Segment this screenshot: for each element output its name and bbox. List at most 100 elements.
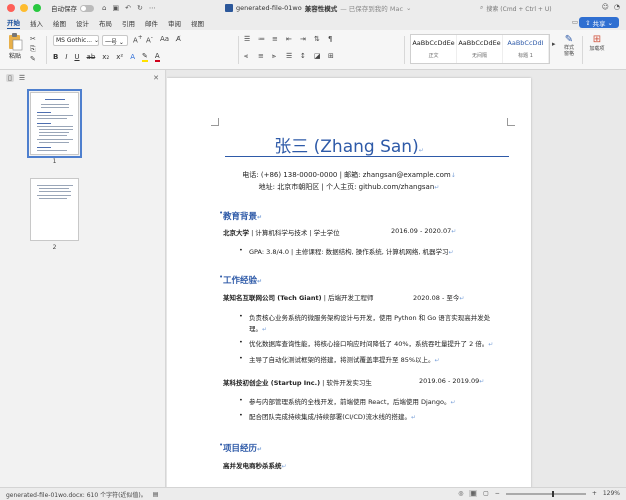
- clear-format-icon[interactable]: A̸: [176, 35, 181, 43]
- document-page[interactable]: 张三 (Zhang San)↵ 电话: (+86) 138-0000-0000 …: [167, 78, 531, 487]
- font-name-select[interactable]: MS Gothic... ⌄: [53, 35, 99, 46]
- numbering-icon[interactable]: ≔: [258, 35, 265, 43]
- multilevel-list-icon[interactable]: ≡: [272, 35, 278, 43]
- undo-icon[interactable]: ↶: [125, 4, 131, 12]
- compat-mode-label: 兼容性模式: [304, 5, 338, 13]
- tab-home[interactable]: 开始: [7, 17, 20, 29]
- gallery-more-icon[interactable]: ▸: [552, 40, 556, 48]
- italic-icon[interactable]: I: [65, 53, 67, 61]
- strikethrough-icon[interactable]: ab: [87, 53, 96, 61]
- style-no-spacing[interactable]: AaBbCcDdEe 无间隔: [457, 35, 503, 63]
- share-icon: ⇪: [585, 18, 591, 27]
- document-canvas[interactable]: 张三 (Zhang San)↵ 电话: (+86) 138-0000-0000 …: [167, 70, 626, 487]
- zoom-slider[interactable]: [505, 490, 586, 497]
- align-right-icon[interactable]: ⫸: [272, 52, 276, 61]
- paste-button[interactable]: 粘贴: [6, 33, 24, 60]
- minimize-window-button[interactable]: [20, 4, 28, 12]
- highlight-icon[interactable]: ✎: [141, 52, 148, 62]
- align-left-icon[interactable]: ⫷: [244, 52, 248, 61]
- job2-dates: 2019.06 - 2019.09↵: [419, 377, 485, 385]
- addins-button[interactable]: ⊞ 加载项: [586, 34, 608, 52]
- home-icon[interactable]: ⌂: [102, 4, 106, 12]
- change-case-icon[interactable]: Aa: [160, 35, 169, 43]
- style-sample: AaBbCcDdI: [507, 39, 544, 47]
- redo-icon[interactable]: ↻: [137, 4, 143, 12]
- bold-icon[interactable]: B: [53, 53, 58, 61]
- zoom-window-button[interactable]: [33, 4, 41, 12]
- job1-dates: 2020.08 - 至今↵: [413, 294, 465, 302]
- superscript-icon[interactable]: x²: [116, 53, 123, 61]
- word-count[interactable]: generated-file-01wo.docx: 610 个字符(近似值)。: [6, 490, 147, 499]
- tab-review[interactable]: 审阅: [168, 18, 181, 28]
- tab-layout[interactable]: 布局: [99, 18, 112, 28]
- share-button[interactable]: ⇪ 共享 ⌄: [579, 17, 619, 28]
- comments-icon[interactable]: ▭: [572, 18, 578, 26]
- vertical-scrollbar[interactable]: [619, 74, 623, 479]
- more-icon[interactable]: ⋯: [149, 4, 156, 12]
- project1-line: 高并发电商秒杀系统↵: [223, 462, 287, 470]
- underline-icon[interactable]: U: [74, 53, 79, 61]
- justify-icon[interactable]: ☰: [286, 52, 292, 60]
- zoom-out-icon[interactable]: −: [495, 490, 500, 497]
- section-heading-projects: 项目经历↵: [223, 444, 263, 454]
- account-icon[interactable]: ◔: [614, 3, 620, 11]
- styles-gallery: AaBbCcDdEe 正文 AaBbCcDdEe 无间隔 AaBbCcDdI 标…: [410, 34, 550, 64]
- font-color-icon[interactable]: A: [154, 52, 160, 62]
- autosave-control[interactable]: 自动保存: [51, 3, 94, 13]
- subscript-icon[interactable]: x₂: [102, 53, 109, 61]
- focus-icon[interactable]: ◎: [458, 490, 463, 497]
- autosave-label: 自动保存: [51, 5, 77, 13]
- line-spacing-icon[interactable]: ↕: [300, 52, 306, 60]
- proofing-icon[interactable]: ▤: [153, 491, 159, 498]
- show-marks-icon[interactable]: ¶: [328, 35, 332, 43]
- web-layout-icon[interactable]: ▢: [483, 490, 489, 497]
- addins-label: 加载项: [589, 46, 605, 52]
- sort-icon[interactable]: ⇅: [314, 35, 320, 43]
- borders-icon[interactable]: ⊞: [328, 52, 334, 60]
- align-center-icon[interactable]: ≡: [258, 52, 264, 60]
- style-normal[interactable]: AaBbCcDdEe 正文: [411, 35, 457, 63]
- decrease-indent-icon[interactable]: ⇤: [286, 35, 292, 43]
- save-icon[interactable]: ▣: [112, 4, 119, 12]
- grow-font-icon[interactable]: A+: [133, 35, 143, 44]
- autosave-toggle[interactable]: [80, 4, 94, 12]
- tab-draw[interactable]: 绘图: [53, 18, 66, 28]
- font-name-value: MS Gothic...: [56, 37, 93, 44]
- style-heading-1[interactable]: AaBbCcDdI 标题 1: [503, 35, 549, 63]
- chevron-down-icon[interactable]: ⌄: [406, 4, 411, 12]
- font-size-select[interactable]: 一号 ⌄: [102, 35, 128, 46]
- zoom-in-icon[interactable]: +: [592, 490, 597, 497]
- edu-dates: 2016.09 - 2020.07↵: [391, 227, 457, 235]
- feedback-icon[interactable]: ☺: [602, 3, 609, 11]
- thumbnails-tab-icon[interactable]: ▯: [6, 74, 14, 82]
- tab-insert[interactable]: 插入: [30, 18, 43, 28]
- search-placeholder: 搜索 (Cmd + Ctrl + U): [486, 5, 552, 13]
- bullets-icon[interactable]: ☰: [244, 35, 250, 43]
- tab-view[interactable]: 视图: [191, 18, 204, 28]
- clipboard-icon: [7, 33, 23, 51]
- increase-indent-icon[interactable]: ⇥: [300, 35, 306, 43]
- headings-tab-icon[interactable]: ☰: [19, 74, 25, 82]
- job1-bullet-1: 负责核心业务系统的微服务架构设计与开发，使用 Python 和 Go 语言实现高…: [249, 314, 491, 322]
- edu-line: 北京大学 | 计算机科学与技术 | 学士学位: [223, 229, 340, 237]
- shading-icon[interactable]: ◪: [314, 52, 321, 60]
- text-effects-icon[interactable]: A: [130, 53, 135, 61]
- print-layout-icon[interactable]: ▦: [469, 490, 478, 497]
- tab-references[interactable]: 引用: [122, 18, 135, 28]
- close-window-button[interactable]: [7, 4, 15, 12]
- tab-design[interactable]: 设计: [76, 18, 89, 28]
- styles-pane-button[interactable]: ✎ 样式 窗格: [558, 34, 580, 57]
- search-field[interactable]: ⌕ 搜索 (Cmd + Ctrl + U): [480, 3, 585, 13]
- close-pane-icon[interactable]: ✕: [153, 74, 159, 82]
- zoom-level[interactable]: 129%: [603, 490, 620, 497]
- cut-icon[interactable]: ✂: [30, 35, 36, 43]
- copy-icon[interactable]: ⎘: [30, 45, 36, 54]
- page-thumbnail-2[interactable]: [30, 178, 79, 241]
- job1-bullet-1-cont: 理。↵: [249, 325, 268, 333]
- paste-label: 粘贴: [8, 53, 21, 60]
- tab-mailings[interactable]: 邮件: [145, 18, 158, 28]
- share-label: 共享: [592, 19, 606, 28]
- shrink-font-icon[interactable]: A-: [146, 35, 153, 44]
- page-thumbnail-1[interactable]: [27, 89, 82, 158]
- format-painter-icon[interactable]: ✎: [30, 55, 36, 63]
